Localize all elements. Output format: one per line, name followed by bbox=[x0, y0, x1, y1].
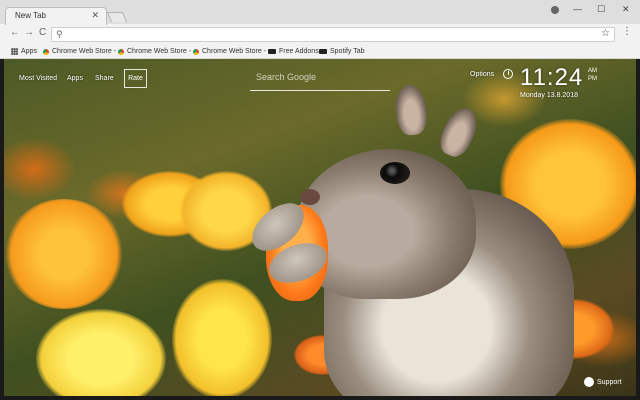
squirrel-eye bbox=[380, 162, 410, 184]
bookmark-free-addons[interactable]: Free Addons bbox=[268, 46, 319, 57]
search-google-input[interactable]: Search Google bbox=[250, 67, 390, 91]
squirrel-nose bbox=[300, 189, 320, 205]
close-window-button[interactable]: ✕ bbox=[622, 4, 630, 15]
support-label: Support bbox=[597, 378, 622, 386]
bookmark-star-icon[interactable]: ☆ bbox=[601, 28, 610, 39]
apps-link[interactable]: Apps bbox=[67, 75, 83, 82]
maximize-button[interactable]: ☐ bbox=[597, 4, 605, 15]
options-button[interactable]: Options bbox=[470, 71, 494, 78]
chrome-web-store-icon bbox=[118, 48, 124, 55]
bookmark-label: Chrome Web Store - bbox=[52, 48, 117, 55]
marigold-flower bbox=[4, 199, 124, 309]
apps-icon bbox=[11, 48, 18, 55]
support-icon bbox=[584, 377, 594, 387]
new-tab-button[interactable] bbox=[106, 12, 128, 22]
chrome-web-store-icon bbox=[43, 48, 49, 55]
bookmark-apps[interactable]: Apps bbox=[11, 46, 37, 57]
clock-am-label: AM bbox=[588, 68, 597, 74]
minimize-button[interactable]: — bbox=[573, 4, 582, 14]
clock-time: 11:24 bbox=[520, 64, 584, 91]
browser-menu-icon[interactable]: ⋮ bbox=[622, 26, 632, 37]
clock-date: Monday 13.8.2018 bbox=[520, 92, 578, 99]
back-arrow-icon[interactable]: ← bbox=[10, 27, 20, 38]
chrome-web-store-icon bbox=[193, 48, 199, 55]
tab-close-icon[interactable]: ✕ bbox=[91, 10, 99, 21]
reload-icon[interactable]: C bbox=[39, 27, 46, 38]
tab-title: New Tab bbox=[15, 11, 46, 20]
browser-toolbar: ← → C ⚲ ☆ ⋮ bbox=[0, 24, 640, 44]
tab-new-tab[interactable]: New Tab ✕ bbox=[5, 7, 107, 25]
bookmark-chrome-web-store-2[interactable]: Chrome Web Store - bbox=[118, 46, 191, 57]
bookmark-spotify-tab[interactable]: Spotify Tab bbox=[319, 46, 365, 57]
title-bar: New Tab ✕ — ☐ ✕ bbox=[0, 0, 640, 25]
clock-icon[interactable] bbox=[503, 69, 513, 79]
squirrel-ear bbox=[435, 103, 483, 161]
bookmark-label: Spotify Tab bbox=[330, 48, 365, 55]
new-tab-page: Most Visited Apps Share Rate Search Goog… bbox=[4, 59, 636, 396]
bookmark-label: Apps bbox=[21, 48, 37, 55]
spotify-icon bbox=[319, 49, 327, 54]
support-button[interactable]: Support bbox=[584, 377, 622, 387]
address-bar[interactable]: ⚲ ☆ bbox=[51, 27, 615, 42]
search-placeholder: Search Google bbox=[256, 72, 317, 82]
search-icon: ⚲ bbox=[56, 29, 63, 39]
squirrel-ear bbox=[393, 83, 429, 137]
bookmark-chrome-web-store-1[interactable]: Chrome Web Store - bbox=[43, 46, 116, 57]
clock-pm-label: PM bbox=[588, 76, 597, 82]
rate-button[interactable]: Rate bbox=[124, 69, 147, 88]
forward-arrow-icon[interactable]: → bbox=[24, 27, 34, 38]
marigold-flower bbox=[36, 309, 166, 396]
bookmark-label: Chrome Web Store - bbox=[127, 48, 192, 55]
most-visited-link[interactable]: Most Visited bbox=[19, 75, 57, 82]
bookmarks-bar: Apps Chrome Web Store - Chrome Web Store… bbox=[0, 44, 640, 59]
bookmark-chrome-web-store-3[interactable]: Chrome Web Store - bbox=[193, 46, 266, 57]
clock-ampm: AM PM bbox=[588, 67, 597, 83]
bookmark-label: Chrome Web Store - bbox=[202, 48, 267, 55]
bookmark-label: Free Addons bbox=[279, 48, 319, 55]
marigold-flower bbox=[172, 279, 272, 396]
addons-icon bbox=[268, 49, 276, 54]
browser-chrome: New Tab ✕ — ☐ ✕ ← → C ⚲ ☆ ⋮ Apps Chrome … bbox=[0, 0, 640, 59]
share-link[interactable]: Share bbox=[95, 75, 114, 82]
profile-icon[interactable] bbox=[551, 6, 559, 14]
